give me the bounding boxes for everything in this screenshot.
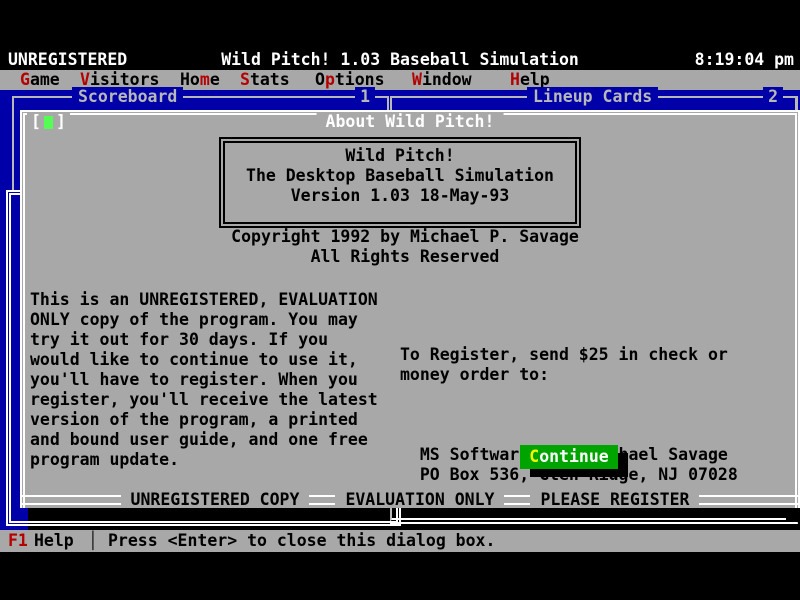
footer-register: PLEASE REGISTER bbox=[530, 490, 699, 510]
help-hotkey[interactable]: F1 bbox=[8, 530, 28, 552]
program-version: Version 1.03 18-May-93 bbox=[225, 186, 575, 206]
registration-instructions: To Register, send $25 in check or money … bbox=[400, 345, 738, 385]
continue-button[interactable]: Continue bbox=[520, 445, 618, 469]
help-hotkey-label[interactable]: Help bbox=[34, 530, 74, 552]
footer-unregistered: UNREGISTERED COPY bbox=[121, 490, 310, 510]
program-subtitle: The Desktop Baseball Simulation bbox=[225, 166, 575, 186]
menu-game[interactable]: Game bbox=[20, 70, 60, 90]
rights-line: All Rights Reserved bbox=[25, 247, 785, 267]
menu-window[interactable]: Window bbox=[412, 70, 472, 90]
desktop: Scoreboard 1 Lineup Cards 2 [] About Wil… bbox=[0, 90, 800, 530]
footer-line-segment bbox=[504, 495, 530, 505]
clock: 8:19:04 pm bbox=[695, 50, 794, 70]
copyright-line: Copyright 1992 by Michael P. Savage bbox=[25, 227, 785, 247]
window-lineup-number: 2 bbox=[763, 87, 783, 107]
window-lineup-title[interactable]: Lineup Cards bbox=[527, 87, 658, 107]
footer-line-segment bbox=[309, 495, 335, 505]
status-separator: │ bbox=[88, 530, 98, 552]
footer-line bbox=[699, 495, 800, 505]
dialog-footer: UNREGISTERED COPY EVALUATION ONLY PLEASE… bbox=[20, 490, 800, 510]
evaluation-notice: This is an UNREGISTERED, EVALUATION ONLY… bbox=[30, 290, 378, 470]
dialog-title: About Wild Pitch! bbox=[317, 112, 504, 132]
copyright-block: Copyright 1992 by Michael P. Savage All … bbox=[25, 227, 785, 267]
screen: UNREGISTERED Wild Pitch! 1.03 Baseball S… bbox=[0, 0, 800, 600]
status-message: Press <Enter> to close this dialog box. bbox=[108, 530, 495, 552]
window-scoreboard-title[interactable]: Scoreboard bbox=[72, 87, 183, 107]
footer-evaluation: EVALUATION ONLY bbox=[335, 490, 504, 510]
program-name: Wild Pitch! bbox=[225, 146, 575, 166]
close-icon bbox=[44, 116, 53, 129]
app-titlebar: UNREGISTERED Wild Pitch! 1.03 Baseball S… bbox=[0, 50, 800, 70]
about-dialog: [] About Wild Pitch! Wild Pitch! The Des… bbox=[20, 110, 800, 508]
letterbox-bottom bbox=[0, 552, 800, 600]
program-info-box: Wild Pitch! The Desktop Baseball Simulat… bbox=[219, 137, 581, 228]
footer-line bbox=[20, 495, 121, 505]
menu-home[interactable]: Home bbox=[180, 70, 220, 90]
app-title: Wild Pitch! 1.03 Baseball Simulation bbox=[0, 50, 800, 70]
letterbox-top bbox=[0, 0, 800, 50]
status-bar: F1 Help │ Press <Enter> to close this di… bbox=[0, 530, 800, 552]
dialog-close-button[interactable]: [] bbox=[27, 112, 70, 132]
window-scoreboard-number: 1 bbox=[355, 87, 375, 107]
menu-stats[interactable]: Stats bbox=[240, 70, 290, 90]
